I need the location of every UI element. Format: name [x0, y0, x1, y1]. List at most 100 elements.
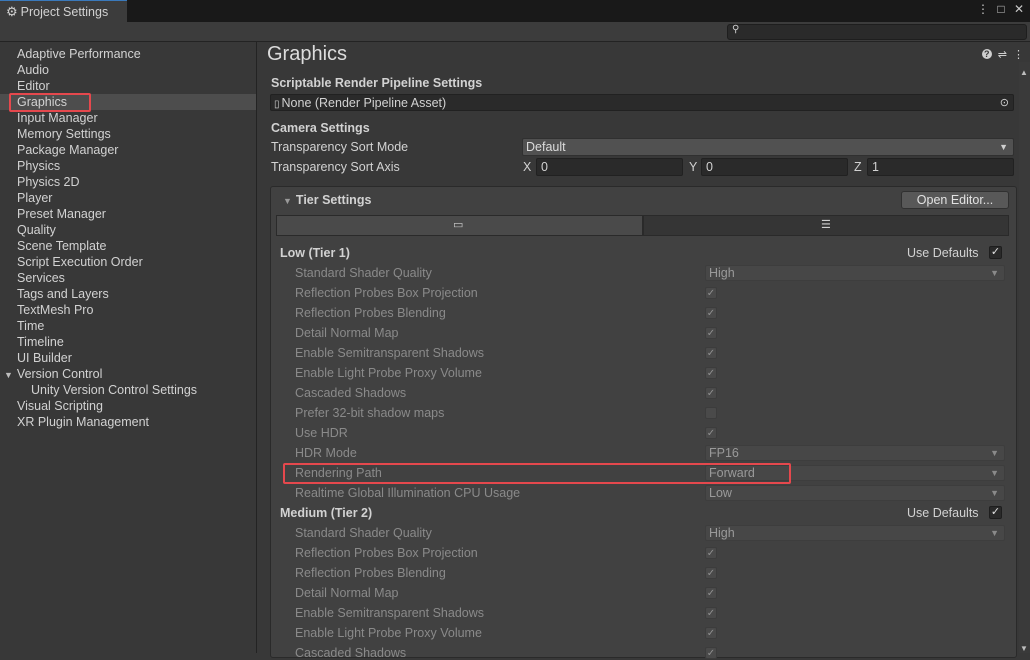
standard-shader-quality-dropdown[interactable]: High ▼ — [705, 265, 1005, 281]
sort-axis-z-field[interactable]: 1 — [867, 158, 1014, 176]
standard-shader-quality-dropdown[interactable]: High ▼ — [705, 525, 1005, 541]
foldout-arrow-icon[interactable]: ▼ — [4, 370, 13, 380]
sidebar-item-player[interactable]: Player — [17, 190, 52, 206]
checkbox[interactable]: ✓ — [705, 567, 717, 579]
checkbox[interactable]: ✓ — [705, 647, 717, 659]
more-options-icon[interactable]: ⋮ — [976, 2, 990, 16]
preset-sliders-icon[interactable]: ⇌ — [998, 48, 1007, 61]
row-label: Reflection Probes Box Projection — [295, 546, 478, 560]
vertical-scrollbar[interactable]: ▲ ▼ — [1019, 62, 1030, 653]
toolbar: ⚲ — [0, 22, 1030, 42]
sidebar-item-scene-template[interactable]: Scene Template — [17, 238, 106, 254]
sort-axis-y-field[interactable]: 0 — [701, 158, 848, 176]
checkbox[interactable]: ✓ — [705, 587, 717, 599]
row-label: Use HDR — [295, 426, 348, 440]
checkbox[interactable] — [705, 407, 717, 419]
search-input[interactable]: ⚲ — [727, 24, 1027, 40]
sidebar-item-adaptive-performance[interactable]: Adaptive Performance — [17, 46, 141, 62]
sidebar-item-tags-and-layers[interactable]: Tags and Layers — [17, 286, 109, 302]
checkbox[interactable]: ✓ — [705, 607, 717, 619]
row-label: Reflection Probes Blending — [295, 566, 446, 580]
sidebar-item-ui-builder[interactable]: UI Builder — [17, 350, 72, 366]
maximize-icon[interactable]: □ — [994, 2, 1008, 16]
checkbox[interactable]: ✓ — [705, 547, 717, 559]
sidebar-item-memory-settings[interactable]: Memory Settings — [17, 126, 111, 142]
tab-standalone[interactable]: ▭ — [276, 215, 643, 236]
sidebar-item-visual-scripting[interactable]: Visual Scripting — [17, 398, 103, 414]
sidebar: Adaptive Performance Audio Editor Graphi… — [0, 42, 257, 653]
chevron-down-icon: ▼ — [990, 448, 999, 458]
checkbox[interactable]: ✓ — [705, 367, 717, 379]
sidebar-item-audio[interactable]: Audio — [17, 62, 49, 78]
tier-settings-panel: ▼ Tier Settings Open Editor... ▭ ☰ Low (T… — [270, 186, 1017, 660]
row-label: Detail Normal Map — [295, 586, 399, 600]
checkbox[interactable]: ✓ — [705, 307, 717, 319]
x-label: X — [523, 160, 532, 174]
gear-icon: ⚙ — [6, 3, 18, 19]
sort-axis-x-field[interactable]: 0 — [536, 158, 683, 176]
sidebar-item-physics-2d[interactable]: Physics 2D — [17, 174, 80, 190]
row-label: Standard Shader Quality — [295, 526, 432, 540]
chevron-down-icon: ▼ — [990, 268, 999, 278]
scroll-up-icon[interactable]: ▲ — [1020, 68, 1028, 77]
sidebar-item-physics[interactable]: Physics — [17, 158, 60, 174]
sidebar-item-textmesh-pro[interactable]: TextMesh Pro — [17, 302, 93, 318]
transparency-sort-mode-dropdown[interactable]: Default ▼ — [522, 138, 1014, 156]
foldout-arrow-icon: ▼ — [283, 196, 292, 206]
chevron-down-icon: ▼ — [990, 468, 999, 478]
graphics-highlight-box — [9, 93, 91, 112]
row-label: Enable Light Probe Proxy Volume — [295, 626, 482, 640]
render-pipeline-asset-field[interactable]: ▯ None (Render Pipeline Asset) ⊙ — [270, 94, 1014, 111]
search-icon: ⚲ — [732, 24, 740, 35]
use-defaults-label: Use Defaults — [907, 246, 979, 260]
sidebar-item-script-execution-order[interactable]: Script Execution Order — [17, 254, 143, 270]
sidebar-item-input-manager[interactable]: Input Manager — [17, 110, 98, 126]
server-icon: ☰ — [821, 219, 831, 231]
sidebar-item-xr-plugin-management[interactable]: XR Plugin Management — [17, 414, 149, 430]
sidebar-item-time[interactable]: Time — [17, 318, 44, 334]
row-label: Reflection Probes Box Projection — [295, 286, 478, 300]
checkbox[interactable]: ✓ — [705, 627, 717, 639]
sidebar-item-quality[interactable]: Quality — [17, 222, 56, 238]
transparency-sort-axis-label: Transparency Sort Axis — [271, 160, 400, 174]
hdr-mode-dropdown[interactable]: FP16 ▼ — [705, 445, 1005, 461]
z-label: Z — [854, 160, 862, 174]
chevron-down-icon: ▼ — [999, 142, 1008, 152]
help-icon[interactable]: ? — [981, 49, 992, 59]
checkbox[interactable]: ✓ — [705, 387, 717, 399]
sidebar-item-editor[interactable]: Editor — [17, 78, 50, 94]
close-icon[interactable]: ✕ — [1012, 2, 1026, 16]
row-label: Reflection Probes Blending — [295, 306, 446, 320]
sidebar-item-preset-manager[interactable]: Preset Manager — [17, 206, 106, 222]
object-picker-icon[interactable]: ⊙ — [1000, 95, 1009, 111]
use-defaults-label: Use Defaults — [907, 506, 979, 520]
more-options-icon[interactable]: ⋮ — [1013, 48, 1024, 61]
render-pipeline-asset-value: None (Render Pipeline Asset) — [281, 96, 447, 110]
monitor-icon: ▭ — [453, 219, 464, 231]
tier-settings-foldout[interactable]: ▼ Tier Settings — [283, 193, 371, 207]
scroll-down-icon[interactable]: ▼ — [1020, 644, 1028, 653]
page-title: Graphics — [267, 43, 348, 65]
sidebar-item-services[interactable]: Services — [17, 270, 65, 286]
use-defaults-checkbox-medium[interactable]: ✓ — [989, 506, 1002, 519]
row-label: Prefer 32-bit shadow maps — [295, 406, 445, 420]
sidebar-item-version-control[interactable]: ▼ Version Control — [4, 366, 102, 382]
checkbox[interactable]: ✓ — [705, 427, 717, 439]
project-settings-tab[interactable]: ⚙ Project Settings — [0, 0, 127, 22]
row-label: Realtime Global Illumination CPU Usage — [295, 486, 521, 500]
checkbox[interactable]: ✓ — [705, 347, 717, 359]
sidebar-item-unity-version-control-settings[interactable]: Unity Version Control Settings — [31, 382, 197, 398]
use-defaults-checkbox-low[interactable]: ✓ — [989, 246, 1002, 259]
chevron-down-icon: ▼ — [990, 488, 999, 498]
realtime-gi-cpu-usage-dropdown[interactable]: Low ▼ — [705, 485, 1005, 501]
row-label: HDR Mode — [295, 446, 357, 460]
title-bar: ⚙ Project Settings ⋮ □ ✕ — [0, 0, 1030, 22]
open-editor-button[interactable]: Open Editor... — [901, 191, 1009, 209]
checkbox[interactable]: ✓ — [705, 327, 717, 339]
checkbox[interactable]: ✓ — [705, 287, 717, 299]
tab-server[interactable]: ☰ — [643, 215, 1009, 236]
rendering-path-highlight-box — [283, 463, 791, 484]
sidebar-item-label: Version Control — [16, 367, 103, 381]
sidebar-item-package-manager[interactable]: Package Manager — [17, 142, 118, 158]
sidebar-item-timeline[interactable]: Timeline — [17, 334, 64, 350]
